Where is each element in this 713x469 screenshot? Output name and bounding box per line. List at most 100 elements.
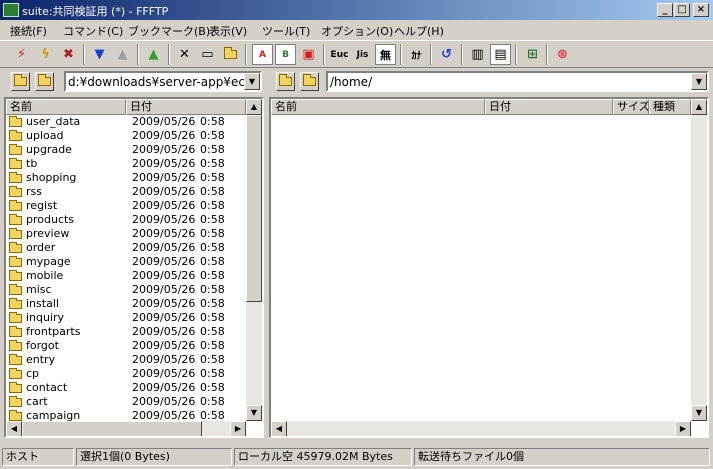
scroll-thumb[interactable] (246, 115, 262, 302)
list-view-button[interactable]: ▥ (467, 44, 488, 65)
maximize-button[interactable]: □ (674, 3, 690, 17)
scroll-left-button[interactable]: ◀ (6, 421, 22, 436)
sync-dir-button[interactable]: ⊞ (522, 44, 543, 65)
file-row[interactable]: misc 2009/05/26 0:58 (6, 283, 246, 297)
connect-button[interactable]: ⚡ (11, 44, 32, 65)
remote-path-combo[interactable]: /home/ ▼ (326, 71, 709, 92)
detail-view-button[interactable]: ▤ (490, 44, 511, 65)
file-row[interactable]: entry 2009/05/26 0:58 (6, 353, 246, 367)
scroll-up-button[interactable]: ▲ (246, 99, 262, 115)
local-path-combo[interactable]: d:¥downloads¥server-app¥ec ▼ (64, 71, 262, 92)
scroll-up-button[interactable]: ▲ (691, 99, 707, 115)
folder-icon (9, 270, 22, 281)
folder-icon (9, 228, 22, 239)
file-row[interactable]: mypage 2009/05/26 0:58 (6, 255, 246, 269)
file-row[interactable]: shopping 2009/05/26 0:58 (6, 171, 246, 185)
remote-path-dropdown[interactable]: ▼ (691, 73, 707, 90)
remote-open-folder-button[interactable] (300, 72, 319, 91)
ascii-mode-button[interactable]: A (252, 44, 273, 65)
menu-command[interactable]: コマンド(C) (63, 23, 123, 39)
delete-button[interactable]: ✕ (174, 44, 195, 65)
list-view-icon: ▥ (471, 47, 484, 62)
menu-bookmark[interactable]: ブックマーク(B) (128, 23, 210, 39)
remote-file-list[interactable]: 名前 日付 サイズ 種類 ▲ ▼ ◀ ▶ (269, 97, 709, 438)
file-row[interactable]: frontparts 2009/05/26 0:58 (6, 325, 246, 339)
upload-button[interactable]: ▲ (112, 44, 133, 65)
refresh-button[interactable]: ↺ (436, 44, 457, 65)
quick-connect-button[interactable]: ϟ (35, 44, 56, 65)
no-convert-button[interactable]: 無 (375, 44, 396, 65)
mirror-upload-button[interactable]: ▲ (143, 44, 164, 65)
scroll-right-button[interactable]: ▶ (230, 421, 246, 436)
folder-icon (9, 214, 22, 225)
menu-view[interactable]: 表示(V) (209, 23, 247, 39)
scroll-thumb[interactable] (22, 421, 202, 436)
menu-help[interactable]: ヘルプ(H) (394, 23, 444, 39)
file-time: 0:58 (200, 241, 225, 254)
folder-icon (9, 144, 22, 155)
menu-connect[interactable]: 接続(F) (10, 23, 47, 39)
file-row[interactable]: rss 2009/05/26 0:58 (6, 185, 246, 199)
toolbar-separator (83, 44, 85, 65)
scroll-right-button[interactable]: ▶ (675, 421, 691, 436)
binary-mode-button[interactable]: B (275, 44, 296, 65)
ascii-icon: A (259, 49, 266, 60)
file-row[interactable]: cart 2009/05/26 0:58 (6, 395, 246, 409)
file-row[interactable]: user_data 2009/05/26 0:58 (6, 115, 246, 129)
local-file-list[interactable]: 名前 日付 user_data 2009/05/26 0:58 upload 2009/… (4, 97, 264, 438)
file-row[interactable]: tb 2009/05/26 0:58 (6, 157, 246, 171)
auto-mode-button[interactable]: ▣ (298, 44, 319, 65)
remote-col-size[interactable]: サイズ (613, 99, 649, 115)
file-row[interactable]: products 2009/05/26 0:58 (6, 213, 246, 227)
tree-icon: ⊞ (527, 47, 538, 62)
remote-col-date[interactable]: 日付 (485, 99, 613, 115)
toolbar-separator (430, 44, 432, 65)
remote-vscroll[interactable]: ▲ ▼ (691, 99, 707, 421)
jis-button[interactable]: Jis (352, 44, 373, 65)
scroll-down-button[interactable]: ▼ (691, 405, 707, 421)
arrow-right-icon: ▶ (234, 424, 242, 433)
file-row[interactable]: regist 2009/05/26 0:58 (6, 199, 246, 213)
file-row[interactable]: cp 2009/05/26 0:58 (6, 367, 246, 381)
file-row[interactable]: upload 2009/05/26 0:58 (6, 129, 246, 143)
local-parent-button[interactable] (11, 72, 30, 91)
remote-hscroll[interactable]: ◀ ▶ (271, 421, 691, 436)
close-button[interactable]: × (693, 3, 709, 17)
folder-icon (9, 298, 22, 309)
menu-options[interactable]: オプション(O) (321, 23, 393, 39)
scroll-left-button[interactable]: ◀ (271, 421, 287, 436)
rename-button[interactable]: ▭ (197, 44, 218, 65)
file-row[interactable]: install 2009/05/26 0:58 (6, 297, 246, 311)
local-col-date[interactable]: 日付 (126, 99, 246, 115)
local-vscroll[interactable]: ▲ ▼ (246, 99, 262, 421)
kana-button[interactable]: ｶﾅ (406, 44, 427, 65)
file-row[interactable]: upgrade 2009/05/26 0:58 (6, 143, 246, 157)
file-row[interactable]: order 2009/05/26 0:58 (6, 241, 246, 255)
auto-mode-icon: ▣ (302, 47, 315, 62)
file-row[interactable]: inquiry 2009/05/26 0:58 (6, 311, 246, 325)
file-time: 0:58 (200, 129, 225, 142)
local-path-dropdown[interactable]: ▼ (244, 73, 260, 90)
menu-tools[interactable]: ツール(T) (262, 23, 310, 39)
arrow-down-icon: ▼ (695, 408, 703, 417)
folder-icon (9, 382, 22, 393)
stop-button[interactable]: ⊗ (552, 44, 573, 65)
arrow-down-icon: ▼ (94, 47, 105, 62)
local-col-name[interactable]: 名前 (6, 99, 126, 115)
file-row[interactable]: forgot 2009/05/26 0:58 (6, 339, 246, 353)
file-row[interactable]: preview 2009/05/26 0:58 (6, 227, 246, 241)
euc-button[interactable]: Euc (329, 44, 350, 65)
remote-parent-button[interactable] (276, 72, 295, 91)
file-row[interactable]: contact 2009/05/26 0:58 (6, 381, 246, 395)
file-row[interactable]: mobile 2009/05/26 0:58 (6, 269, 246, 283)
remote-col-type[interactable]: 種類 (649, 99, 691, 115)
local-open-folder-button[interactable] (35, 72, 54, 91)
disconnect-button[interactable]: ✖ (58, 44, 79, 65)
remote-col-name[interactable]: 名前 (271, 99, 485, 115)
download-button[interactable]: ▼ (89, 44, 110, 65)
new-folder-button[interactable] (220, 44, 241, 65)
file-name: inquiry (26, 311, 65, 324)
scroll-down-button[interactable]: ▼ (246, 405, 262, 421)
local-hscroll[interactable]: ◀ ▶ (6, 421, 246, 436)
minimize-button[interactable]: _ (657, 3, 673, 17)
